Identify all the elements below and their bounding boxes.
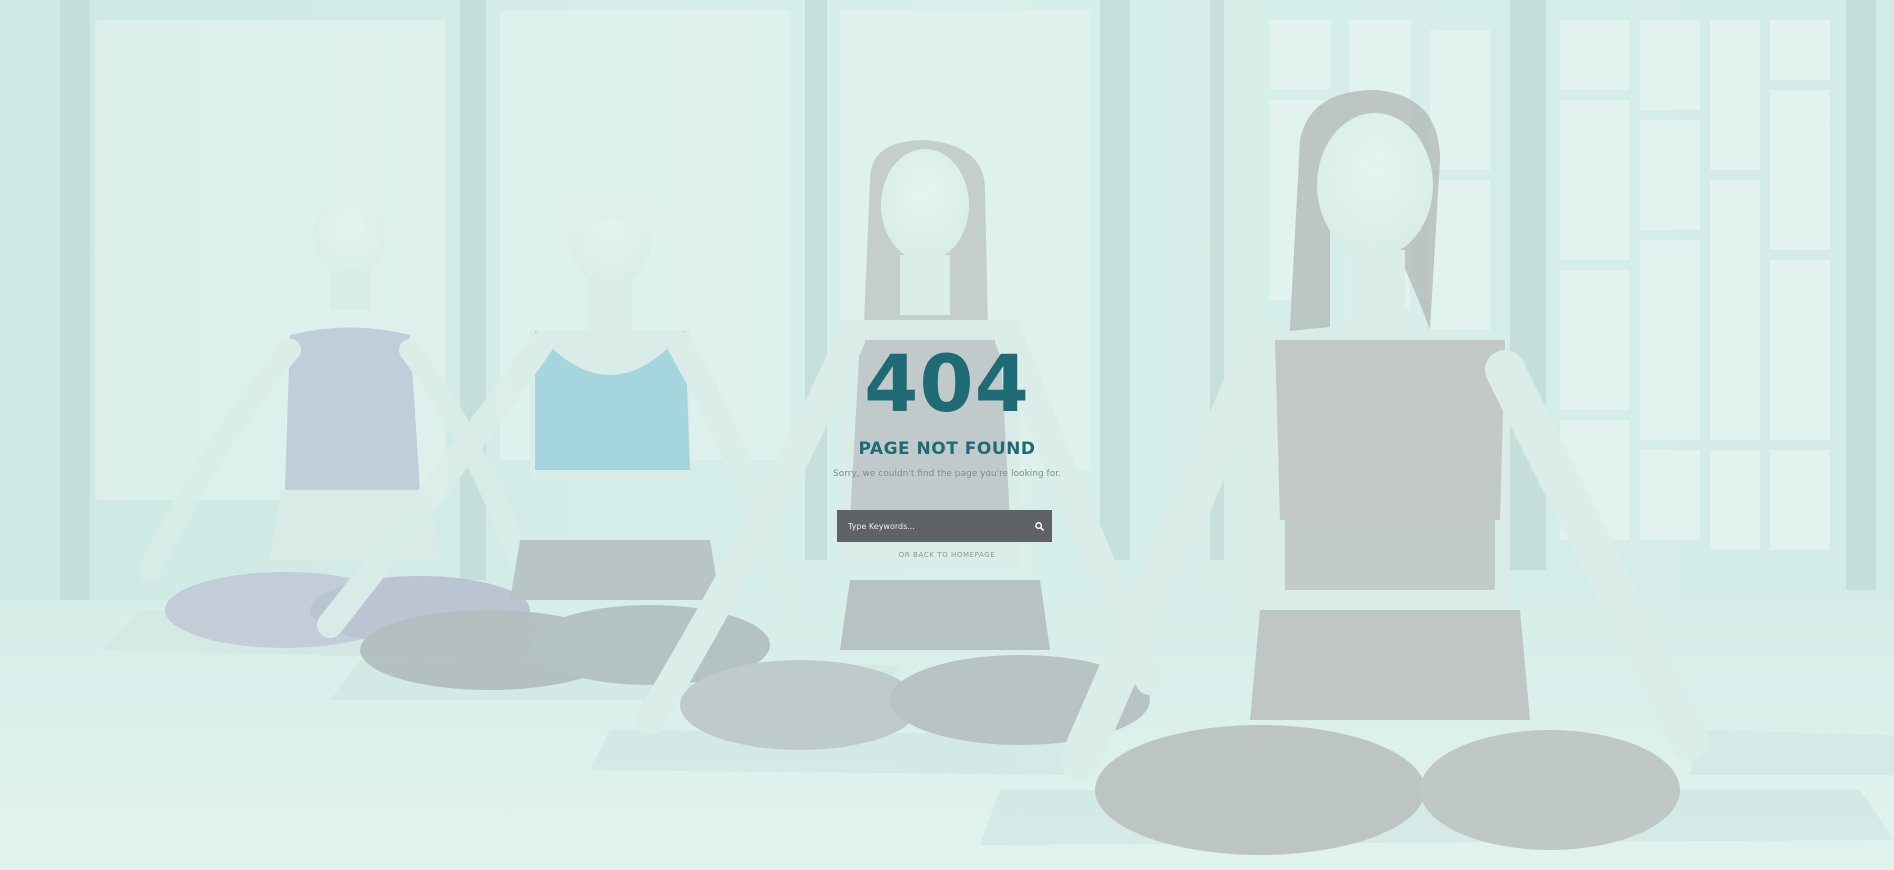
back-to-homepage: OR BACK TO HOMEPAGE [0,550,1894,560]
search-form [837,510,1052,542]
error-message: Sorry, we couldn't find the page you're … [833,469,1061,479]
back-to-homepage-link[interactable]: OR BACK TO HOMEPAGE [899,551,996,559]
search-input[interactable] [837,510,1026,542]
error-content: 404 PAGE NOT FOUND Sorry, we couldn't fi… [0,0,1894,870]
error-code: 404 [864,340,1030,430]
page-title: PAGE NOT FOUND [858,439,1036,459]
search-icon [1034,521,1044,531]
search-button[interactable] [1026,510,1052,542]
